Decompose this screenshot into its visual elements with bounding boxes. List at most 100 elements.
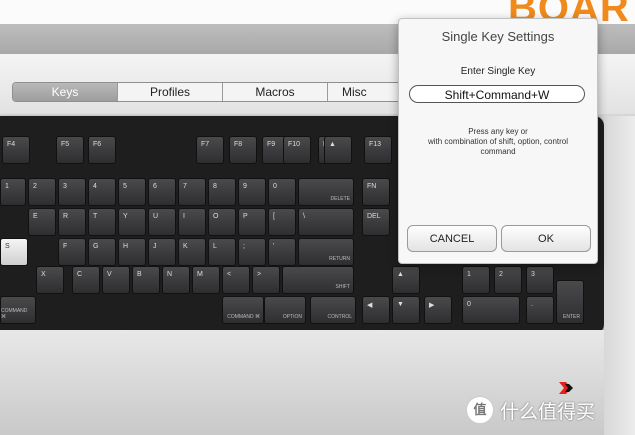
keyboard-key[interactable]: ENTER bbox=[556, 280, 584, 324]
keyboard-key[interactable]: P bbox=[238, 208, 266, 236]
keyboard-key[interactable]: COMMAND ⌘ bbox=[222, 296, 264, 324]
key-label: B bbox=[137, 271, 142, 278]
keyboard-key[interactable]: ◀ bbox=[362, 296, 390, 324]
key-label: > bbox=[257, 271, 262, 278]
keyboard-key[interactable]: F8 bbox=[229, 136, 257, 164]
key-label: ▲ bbox=[397, 271, 404, 278]
keyboard-key[interactable]: Y bbox=[118, 208, 146, 236]
key-label: 3 bbox=[63, 183, 67, 190]
dialog-title: Single Key Settings bbox=[441, 29, 555, 44]
keyboard-key[interactable]: 3 bbox=[526, 266, 554, 294]
key-label: ; bbox=[243, 243, 245, 250]
keyboard-key[interactable]: 8 bbox=[208, 178, 236, 206]
key-label: M bbox=[197, 271, 203, 278]
keyboard-key[interactable]: ▼ bbox=[392, 296, 420, 324]
key-label: F4 bbox=[7, 141, 16, 148]
key-label: T bbox=[93, 213, 98, 220]
keyboard-key[interactable]: RETURN bbox=[298, 238, 354, 266]
keyboard-key[interactable]: DELETE bbox=[298, 178, 354, 206]
keyboard-key[interactable]: ▶ bbox=[424, 296, 452, 324]
key-label: 2 bbox=[33, 183, 37, 190]
keyboard-key[interactable]: F7 bbox=[196, 136, 224, 164]
key-label: F6 bbox=[93, 141, 102, 148]
tab-misc[interactable]: Misc bbox=[328, 83, 408, 101]
keyboard-key[interactable]: 6 bbox=[148, 178, 176, 206]
keyboard-key[interactable]: SHIFT bbox=[282, 266, 354, 294]
keyboard-key[interactable]: ; bbox=[238, 238, 266, 266]
key-label: ENTER bbox=[563, 314, 580, 320]
ok-button[interactable]: OK bbox=[501, 225, 591, 252]
keyboard-key[interactable]: OPTION bbox=[264, 296, 306, 324]
keyboard-key[interactable]: N bbox=[162, 266, 190, 294]
keyboard-key[interactable]: FN bbox=[362, 178, 390, 206]
keyboard-key[interactable]: E bbox=[28, 208, 56, 236]
keyboard-key[interactable]: \ bbox=[298, 208, 354, 236]
keyboard-key[interactable]: 9 bbox=[238, 178, 266, 206]
keyboard-key[interactable]: 0 bbox=[462, 296, 520, 324]
keyboard-key[interactable]: ▲ bbox=[324, 136, 352, 164]
keyboard-key[interactable]: R bbox=[58, 208, 86, 236]
keyboard-key[interactable]: L bbox=[208, 238, 236, 266]
watermark-text: 什么值得买 bbox=[500, 401, 596, 423]
key-label: < bbox=[227, 271, 232, 278]
keyboard-key[interactable]: C bbox=[72, 266, 100, 294]
key-label: 8 bbox=[213, 183, 217, 190]
keyboard-key[interactable]: H bbox=[118, 238, 146, 266]
keyboard-key[interactable]: T bbox=[88, 208, 116, 236]
keyboard-key[interactable]: < bbox=[222, 266, 250, 294]
key-label: OPTION bbox=[282, 314, 302, 320]
keyboard-key[interactable]: . bbox=[526, 296, 554, 324]
keyboard-key[interactable]: F10 bbox=[283, 136, 311, 164]
keyboard-key[interactable]: F bbox=[58, 238, 86, 266]
keyboard-key[interactable]: 3 bbox=[58, 178, 86, 206]
keyboard-key[interactable]: F5 bbox=[56, 136, 84, 164]
keyboard-key[interactable]: I bbox=[178, 208, 206, 236]
keyboard-key[interactable]: G bbox=[88, 238, 116, 266]
cancel-button[interactable]: CANCEL bbox=[407, 225, 497, 252]
keyboard-key[interactable]: V bbox=[102, 266, 130, 294]
keyboard-key[interactable]: F4 bbox=[2, 136, 30, 164]
tab-keys[interactable]: Keys bbox=[13, 83, 118, 101]
keyboard-key[interactable]: 7 bbox=[178, 178, 206, 206]
keyboard-key[interactable]: F13 bbox=[364, 136, 392, 164]
keyboard-key[interactable]: DEL bbox=[362, 208, 390, 236]
keyboard-key[interactable]: U bbox=[148, 208, 176, 236]
keyboard-key[interactable]: X bbox=[36, 266, 64, 294]
keyboard-key[interactable]: 1 bbox=[0, 178, 26, 206]
keyboard-key[interactable]: J bbox=[148, 238, 176, 266]
keyboard-key[interactable]: 2 bbox=[494, 266, 522, 294]
keyboard-key[interactable]: 4 bbox=[88, 178, 116, 206]
keyboard-key[interactable]: B bbox=[132, 266, 160, 294]
enter-key-label: Enter Single Key bbox=[460, 66, 536, 77]
keyboard-key[interactable]: CONTROL bbox=[310, 296, 356, 324]
keyboard-key[interactable]: [ bbox=[268, 208, 296, 236]
key-label: COMMAND ⌘ bbox=[227, 314, 260, 320]
key-label: COMMAND ⌘ bbox=[1, 308, 28, 320]
hint-line-3: command bbox=[480, 147, 516, 156]
key-label: P bbox=[243, 213, 248, 220]
single-key-settings-dialog: Single Key Settings Enter Single Key Shi… bbox=[398, 18, 598, 264]
keyboard-key[interactable]: > bbox=[252, 266, 280, 294]
keyboard-key[interactable]: M bbox=[192, 266, 220, 294]
keyboard-key[interactable]: O bbox=[208, 208, 236, 236]
key-label: 1 bbox=[5, 183, 9, 190]
dialog-hint: Press any key or with combination of shi… bbox=[405, 127, 591, 157]
key-label: ' bbox=[273, 243, 275, 250]
keyboard-key[interactable]: S bbox=[0, 238, 28, 266]
keyboard-key[interactable]: F6 bbox=[88, 136, 116, 164]
keyboard-key[interactable]: 1 bbox=[462, 266, 490, 294]
keyboard-key[interactable]: 5 bbox=[118, 178, 146, 206]
single-key-input[interactable]: Shift+Command+W bbox=[409, 85, 585, 103]
key-label: C bbox=[77, 271, 83, 278]
keyboard-key[interactable]: 2 bbox=[28, 178, 56, 206]
keyboard-key[interactable]: COMMAND ⌘ bbox=[0, 296, 36, 324]
key-label: 4 bbox=[93, 183, 97, 190]
keyboard-key[interactable]: K bbox=[178, 238, 206, 266]
keyboard-key[interactable]: ' bbox=[268, 238, 296, 266]
keyboard-key[interactable]: ▲ bbox=[392, 266, 420, 294]
keyboard-key[interactable]: 0 bbox=[268, 178, 296, 206]
tab-macros[interactable]: Macros bbox=[223, 83, 328, 101]
key-label: G bbox=[93, 243, 99, 250]
key-label: 2 bbox=[499, 271, 503, 278]
tab-profiles[interactable]: Profiles bbox=[118, 83, 223, 101]
